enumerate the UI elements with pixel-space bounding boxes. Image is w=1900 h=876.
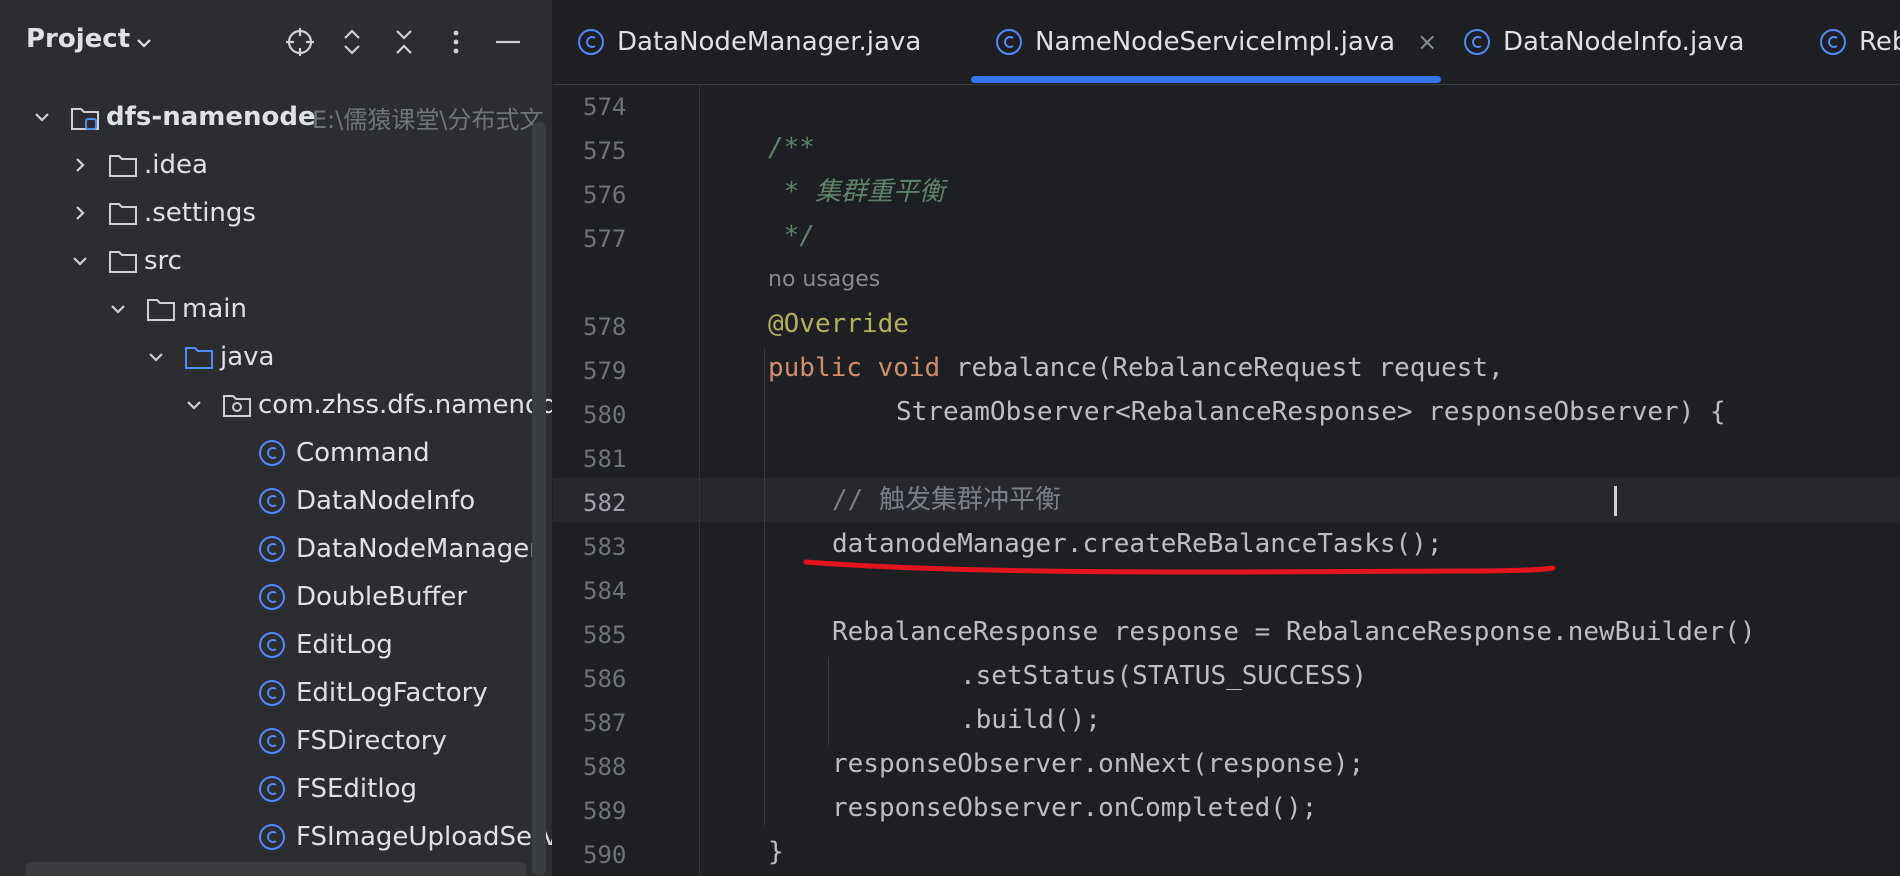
tree-item-main[interactable]: main [0, 285, 552, 333]
tree-item-label: .idea [144, 150, 208, 180]
tree-item-label: FSEditlog [296, 774, 417, 804]
chevron-down-icon[interactable] [146, 347, 166, 367]
tree-item-label: FSDirectory [296, 726, 447, 756]
tree-item-label: Command [296, 438, 430, 468]
more-options-icon[interactable] [440, 26, 472, 58]
locate-icon[interactable] [284, 26, 316, 58]
class-icon [259, 584, 285, 610]
chevron-right-icon[interactable] [70, 203, 90, 223]
chevron-down-icon[interactable] [108, 299, 128, 319]
folder-icon [147, 299, 175, 321]
minimize-icon[interactable] [492, 26, 524, 58]
module-folder-icon [71, 108, 99, 130]
tree-item-package[interactable]: com.zhss.dfs.namenode [0, 381, 552, 429]
tree-item-label: src [144, 246, 182, 276]
project-panel-title[interactable]: Project [26, 24, 130, 54]
class-icon [259, 440, 285, 466]
red-underline-annotation [803, 559, 1556, 575]
class-icon [259, 680, 285, 706]
tree-item-label: DataNodeManager [296, 534, 540, 564]
project-scrollbar[interactable] [532, 122, 546, 876]
chevron-down-icon[interactable] [70, 251, 90, 271]
folder-icon [109, 203, 137, 225]
tree-item-class[interactable]: FSDirectory [0, 717, 552, 765]
tree-item-label: .settings [144, 198, 256, 228]
tree-item-settings[interactable]: .settings [0, 189, 552, 237]
tree-item-path: E:\儒猿课堂\分布式文 [312, 105, 544, 134]
chevron-down-icon[interactable] [184, 395, 204, 415]
package-icon [223, 395, 251, 417]
expand-all-icon[interactable] [336, 26, 368, 58]
chevron-down-icon[interactable] [32, 107, 52, 127]
folder-icon [109, 251, 137, 273]
class-icon [259, 728, 285, 754]
tree-item-label: EditLogFactory [296, 678, 488, 708]
tree-item-src[interactable]: src [0, 237, 552, 285]
tree-item-class[interactable]: DataNodeInfo [0, 477, 552, 525]
tree-item-class[interactable]: Command [0, 429, 552, 477]
tree-item-label: FSImageUploadServer [296, 822, 552, 852]
tree-item-class[interactable]: FSImageUploadServer [0, 813, 552, 861]
tree-item-dfs-namenode[interactable]: dfs-namenode E:\儒猿课堂\分布式文 [0, 93, 552, 141]
tree-item-idea[interactable]: .idea [0, 141, 552, 189]
tree-item-label: main [182, 294, 247, 324]
class-icon [259, 488, 285, 514]
collapse-all-icon[interactable] [388, 26, 420, 58]
class-icon [259, 824, 285, 850]
source-folder-icon [185, 347, 213, 369]
tree-item-java[interactable]: java [0, 333, 552, 381]
tree-item-label: DataNodeInfo [296, 486, 476, 516]
tree-item-label: EditLog [296, 630, 393, 660]
tree-item-class[interactable]: EditLogFactory [0, 669, 552, 717]
tree-item-label: java [220, 342, 275, 372]
folder-icon [109, 155, 137, 177]
tree-item-label: DoubleBuffer [296, 582, 468, 612]
class-icon [259, 632, 285, 658]
project-panel-header: Project [0, 0, 552, 86]
chevron-down-icon[interactable] [134, 33, 154, 53]
editor-panel: DataNodeManager.java NameNodeServiceImpl… [553, 0, 1900, 876]
class-icon [259, 776, 285, 802]
project-panel: Project dfs-namenode E:\儒猿课堂\分布式文 .idea … [0, 0, 552, 876]
tree-item-label: dfs-namenode [106, 102, 316, 132]
selected-tree-row[interactable] [26, 862, 526, 876]
tree-item-class[interactable]: DataNodeManager [0, 525, 552, 573]
tree-item-class[interactable]: FSEditlog [0, 765, 552, 813]
chevron-right-icon[interactable] [70, 155, 90, 175]
tree-item-label: com.zhss.dfs.namenode [258, 390, 552, 420]
class-icon [259, 536, 285, 562]
tree-item-class[interactable]: EditLog [0, 621, 552, 669]
tree-item-class[interactable]: DoubleBuffer [0, 573, 552, 621]
